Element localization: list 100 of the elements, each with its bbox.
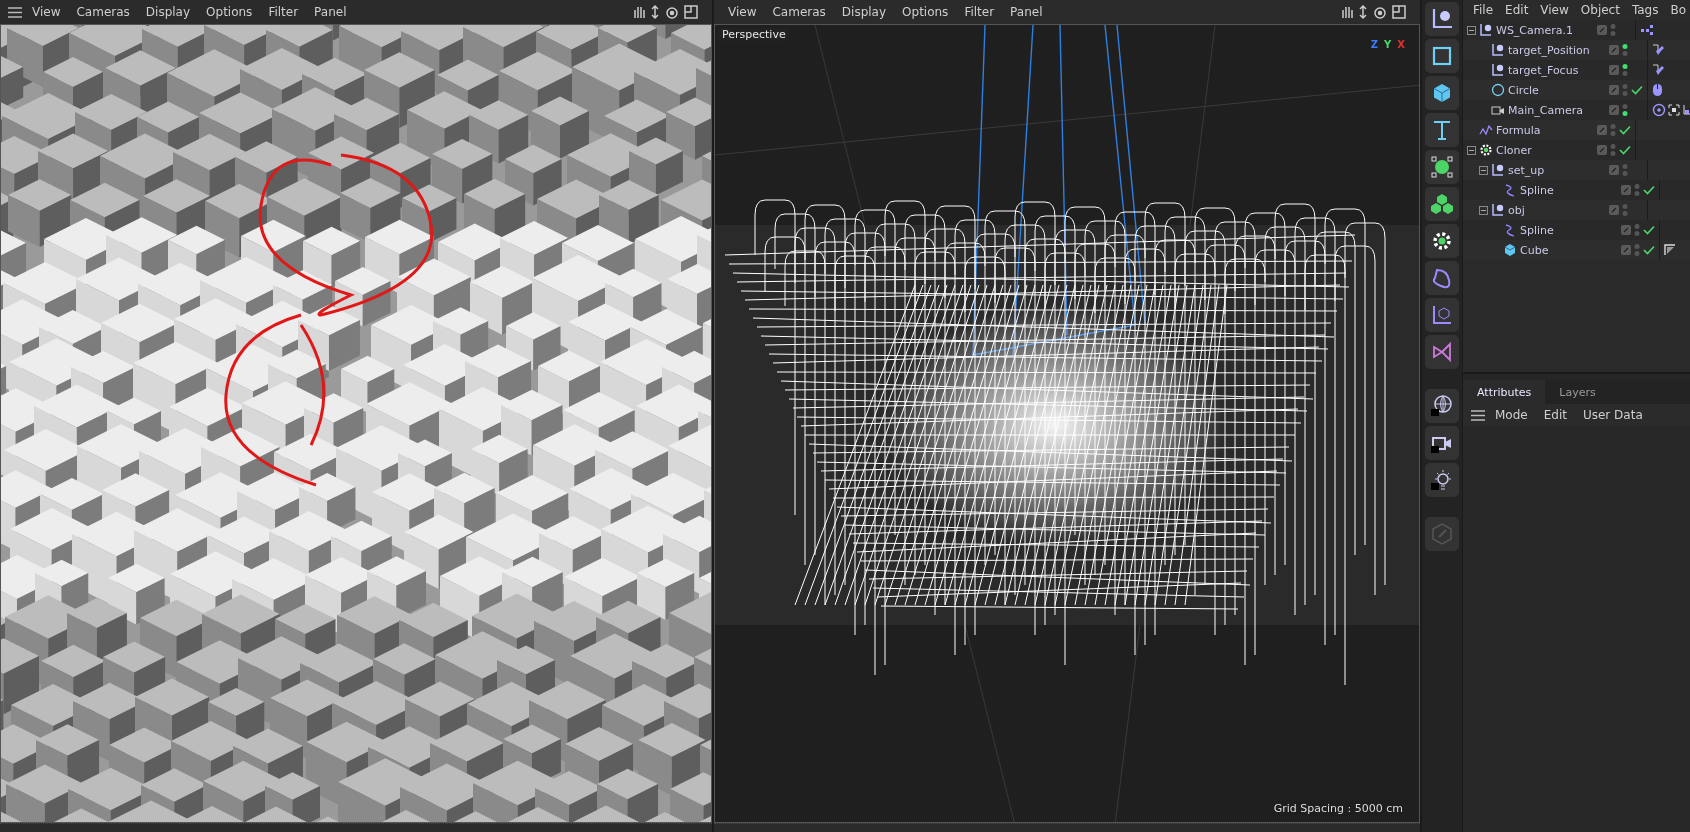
null-object-icon [1491,163,1505,177]
menu-item[interactable]: Bo [1664,1,1690,19]
cube-icon [1503,243,1517,257]
object-name[interactable]: Formula [1496,123,1541,137]
menu-item[interactable]: Panel [1004,3,1049,21]
object-name[interactable]: Circle [1508,83,1539,97]
menu-item[interactable]: Panel [308,3,353,21]
menu-item[interactable]: Edit [1537,406,1573,424]
light-bulb-icon [1430,468,1454,492]
pin-tag-icon[interactable] [1652,43,1666,57]
null-object-icon [1491,43,1505,57]
toolbar-button[interactable] [1425,76,1459,110]
menu-item[interactable]: Cameras [70,3,136,21]
panel-tab[interactable]: Layers [1545,380,1610,404]
panel-tab[interactable]: Attributes [1463,380,1546,404]
visibility-dots-icon[interactable] [1622,63,1628,77]
toolbar-button[interactable] [1425,426,1459,460]
check-icon[interactable] [1643,185,1655,195]
menu-item[interactable]: Tags [1625,1,1665,19]
menu-item[interactable]: Display [835,3,893,21]
gear-icon [1479,143,1493,157]
visibility-dots-icon[interactable] [1622,83,1628,97]
pin-tag-icon[interactable] [1652,63,1666,77]
toolbar-button[interactable] [1425,389,1459,423]
menu-item[interactable]: Display [139,3,197,21]
globe-icon [1430,394,1454,418]
menu-item[interactable]: View [26,3,67,21]
null-object-icon [1430,7,1454,31]
visibility-dots-icon[interactable] [1610,23,1616,37]
object-name[interactable]: Spline [1520,183,1554,197]
square-icon [1431,45,1453,67]
visibility-dots-icon[interactable] [1622,163,1628,177]
check-icon[interactable] [1619,125,1631,135]
menu-item[interactable]: Filter [958,3,1001,21]
menu-item[interactable]: Options [200,3,259,21]
menu-item[interactable]: Object [1574,1,1626,19]
collapse-icon[interactable] [1467,145,1476,155]
collapse-icon[interactable] [1467,25,1476,35]
visibility-dots-icon[interactable] [1610,123,1616,137]
check-icon[interactable] [1643,245,1655,255]
object-name[interactable]: Cloner [1496,143,1532,157]
visibility-dots-icon[interactable] [1622,203,1628,217]
visibility-dots-icon[interactable] [1634,183,1640,197]
toolbar-button[interactable] [1425,39,1459,73]
null-object-icon [1479,23,1493,37]
object-name[interactable]: Spline [1520,223,1554,237]
menu-item[interactable]: Mode [1489,406,1534,424]
sphere-object-icon [1430,155,1454,179]
axis-label: Z [1370,39,1379,50]
axis-label: Y [1384,39,1392,50]
menu-item[interactable]: View [722,3,763,21]
focus-frame-icon[interactable] [1668,104,1680,116]
menu-item[interactable]: Filter [262,3,305,21]
toolbar-button[interactable] [1425,463,1459,497]
spline-curve-icon [1503,223,1517,237]
object-name[interactable]: target_Focus [1508,63,1579,77]
menu-icon[interactable] [8,6,22,18]
toolbar-button[interactable] [1425,2,1459,36]
toolbar-button[interactable] [1425,187,1459,221]
formula-wave-icon [1479,123,1493,137]
object-name[interactable]: Cube [1520,243,1549,257]
menu-item[interactable]: User Data [1576,406,1649,424]
bent-shape-icon [1431,267,1453,289]
menu-item[interactable]: File [1467,1,1500,19]
target-tag-icon[interactable] [1652,103,1666,117]
object-name[interactable]: Main_Camera [1508,103,1583,117]
menu-item[interactable]: Cameras [766,3,832,21]
object-name[interactable]: WS_Camera.1 [1496,23,1574,37]
gear-icon [1431,230,1453,252]
object-name[interactable]: set_up [1508,163,1545,177]
check-icon[interactable] [1619,145,1631,155]
toolbar-button[interactable] [1425,113,1459,147]
collapse-icon[interactable] [1479,165,1488,175]
pencil-hexagon-icon [1430,522,1454,546]
check-icon[interactable] [1631,85,1643,95]
null-object-icon [1491,63,1505,77]
spline-curve-icon [1503,183,1517,197]
object-name[interactable]: obj [1508,203,1525,217]
menu-item[interactable]: Edit [1499,1,1535,19]
null-object-icon [1491,203,1505,217]
text-icon [1431,119,1453,141]
visibility-dots-icon[interactable] [1634,223,1640,237]
visibility-dots-icon[interactable] [1622,103,1628,117]
check-icon[interactable] [1643,225,1655,235]
mouse-tag-icon[interactable] [1652,83,1663,97]
toolbar-button[interactable] [1425,150,1459,184]
tag-dots-icon[interactable] [1640,24,1654,36]
menu-icon[interactable] [1471,409,1485,421]
visibility-dots-icon[interactable] [1622,43,1628,57]
toolbar-button[interactable] [1425,224,1459,258]
circle-icon [1491,83,1505,97]
menu-item[interactable]: Options [896,3,955,21]
deformer-icon [1431,341,1453,363]
collapse-icon[interactable] [1479,205,1488,215]
object-name[interactable]: target_Position [1508,43,1590,57]
visibility-dots-icon[interactable] [1634,243,1640,257]
menu-item[interactable]: View [1534,1,1575,19]
axis-label: X [1397,39,1405,50]
visibility-dots-icon[interactable] [1610,143,1616,157]
phong-tag-icon[interactable] [1664,244,1676,256]
